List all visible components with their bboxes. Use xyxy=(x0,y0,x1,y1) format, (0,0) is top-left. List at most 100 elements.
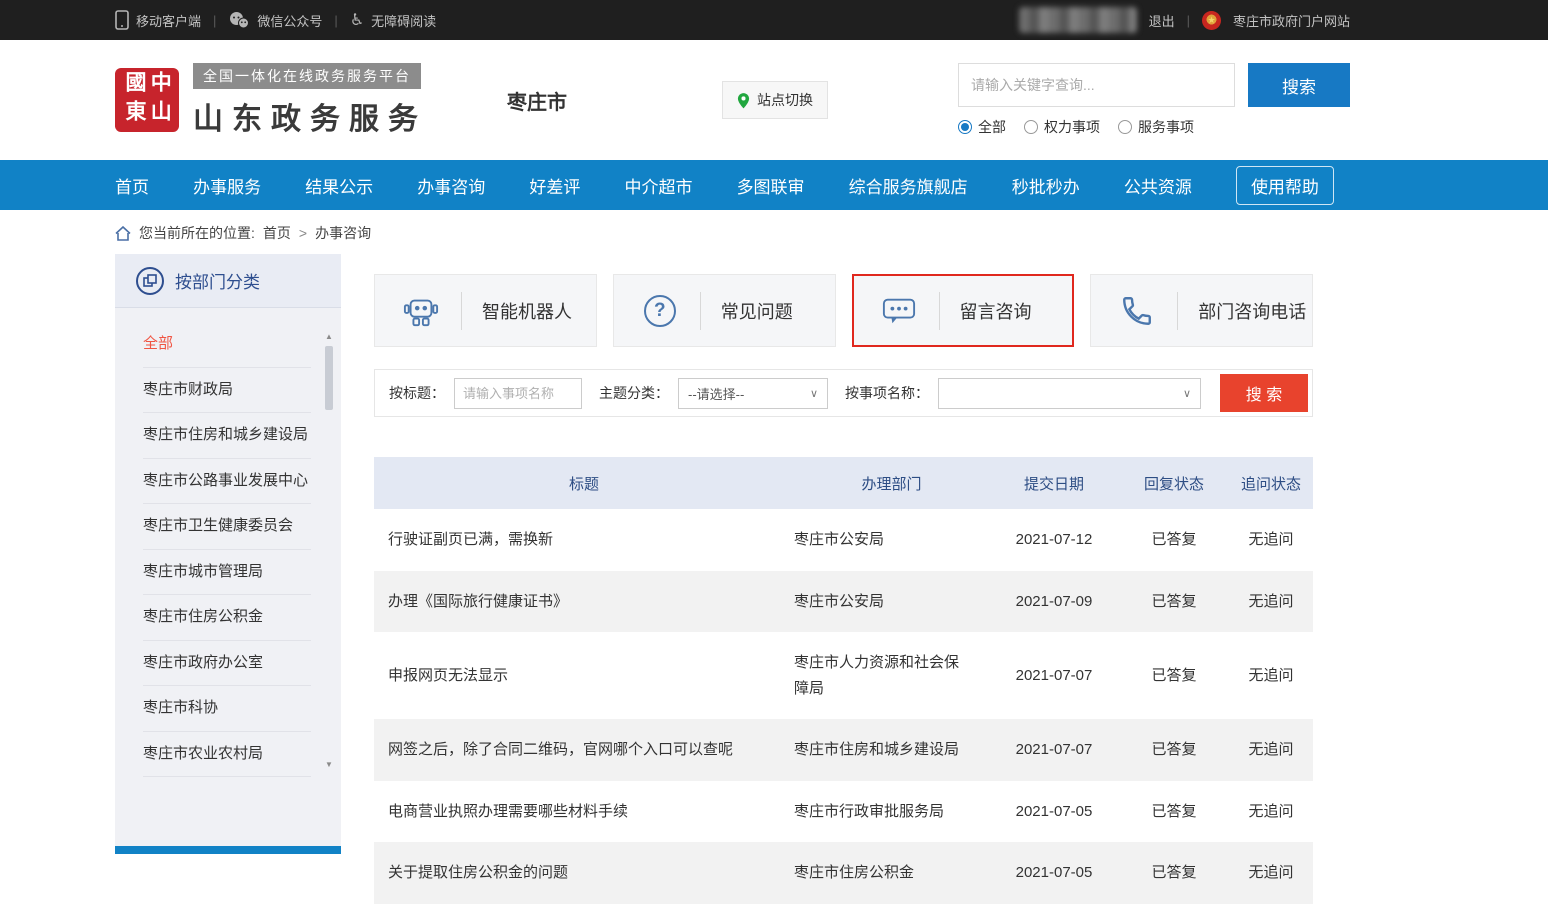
wechat-icon xyxy=(228,11,250,29)
col-header-date: 提交日期 xyxy=(989,457,1119,509)
row-title-link[interactable]: 申报网页无法显示 xyxy=(374,632,794,719)
shandong-seal-logo-icon: 中國 山東 xyxy=(115,68,179,132)
row-title-link[interactable]: 办理《国际旅行健康证书》 xyxy=(374,571,794,633)
row-reply-status: 已答复 xyxy=(1119,571,1229,633)
mobile-client-link[interactable]: 移动客户端 xyxy=(115,10,201,30)
logout-link[interactable]: 退出 xyxy=(1149,11,1175,30)
tab-smart-robot[interactable]: 智能机器人 xyxy=(374,274,597,347)
scope-radio-power-items[interactable]: 权力事项 xyxy=(1024,117,1100,137)
row-department: 枣庄市住房和城乡建设局 xyxy=(794,719,989,781)
nav-item-help[interactable]: 使用帮助 xyxy=(1236,166,1334,205)
radio-unselected-icon xyxy=(1118,120,1132,134)
scrollbar-thumb[interactable] xyxy=(325,346,333,410)
department-category-icon xyxy=(135,266,165,296)
radio-unselected-icon xyxy=(1024,120,1038,134)
row-followup-status: 无追问 xyxy=(1229,632,1313,719)
sidebar-scrollbar[interactable]: ▲ ▼ xyxy=(324,332,334,770)
category-select-value: --请选择-- xyxy=(688,384,744,403)
scope-radio-all[interactable]: 全部 xyxy=(958,117,1006,137)
table-row: 网签之后，除了合同二维码，官网哪个入口可以查呢 枣庄市住房和城乡建设局 2021… xyxy=(374,719,1313,781)
nav-item-consultation[interactable]: 办事咨询 xyxy=(417,173,485,198)
message-icon xyxy=(879,294,919,328)
nav-item-joint-review[interactable]: 多图联审 xyxy=(737,173,805,198)
site-logo[interactable]: 中國 山東 全国一体化在线政务服务平台 山东政务服务 xyxy=(115,63,427,138)
row-department: 枣庄市行政审批服务局 xyxy=(794,781,989,843)
row-title-link[interactable]: 电商营业执照办理需要哪些材料手续 xyxy=(374,781,794,843)
sidebar-item-agriculture-bureau[interactable]: 枣庄市农业农村局 xyxy=(143,732,311,778)
row-date: 2021-07-07 xyxy=(989,632,1119,719)
accessibility-reading-link[interactable]: ♿ 无障碍阅读 xyxy=(350,10,436,30)
sidebar-item-health-commission[interactable]: 枣庄市卫生健康委员会 xyxy=(143,504,311,550)
site-switch-button[interactable]: 站点切换 xyxy=(722,81,828,119)
location-pin-icon xyxy=(737,92,750,109)
row-title-link[interactable]: 关于提取住房公积金的问题 xyxy=(374,842,794,904)
row-date: 2021-07-12 xyxy=(989,509,1119,571)
breadcrumb: 您当前所在的位置: 首页 > 办事咨询 xyxy=(115,223,1350,243)
sidebar-item-all[interactable]: 全部 xyxy=(143,322,311,368)
accessibility-label: 无障碍阅读 xyxy=(371,11,436,30)
topbar: 移动客户端 | 微信公众号 | ♿ 无障碍阅读 退出 | ★ 枣庄市政府门户网站 xyxy=(0,0,1548,40)
nav-item-flagship-store[interactable]: 综合服务旗舰店 xyxy=(849,173,968,198)
nav-item-home[interactable]: 首页 xyxy=(115,173,149,198)
sidebar-item-housing-construction-bureau[interactable]: 枣庄市住房和城乡建设局 xyxy=(143,413,311,459)
row-reply-status: 已答复 xyxy=(1119,632,1229,719)
table-row: 电商营业执照办理需要哪些材料手续 枣庄市行政审批服务局 2021-07-05 已… xyxy=(374,781,1313,843)
row-title-link[interactable]: 行驶证副页已满，需换新 xyxy=(374,509,794,571)
sidebar-item-housing-fund[interactable]: 枣庄市住房公积金 xyxy=(143,595,311,641)
category-select[interactable]: --请选择-- ∨ xyxy=(678,378,828,409)
scroll-up-icon[interactable]: ▲ xyxy=(324,332,334,342)
sidebar-item-science-association[interactable]: 枣庄市科协 xyxy=(143,686,311,732)
current-city-label: 枣庄市 xyxy=(507,86,567,115)
sidebar-item-finance-bureau[interactable]: 枣庄市财政局 xyxy=(143,368,311,414)
col-header-reply-status: 回复状态 xyxy=(1119,457,1229,509)
item-name-select[interactable]: ∨ xyxy=(938,378,1201,409)
scroll-down-icon[interactable]: ▼ xyxy=(324,760,334,770)
nav-item-results[interactable]: 结果公示 xyxy=(305,173,373,198)
department-sidebar: 按部门分类 全部 枣庄市财政局 枣庄市住房和城乡建设局 枣庄市公路事业发展中心 … xyxy=(115,254,341,854)
tab-message-consult-label: 留言咨询 xyxy=(960,298,1032,324)
header-search-button[interactable]: 搜索 xyxy=(1248,63,1350,107)
nav-item-public-resources[interactable]: 公共资源 xyxy=(1124,173,1192,198)
row-date: 2021-07-07 xyxy=(989,719,1119,781)
row-reply-status: 已答复 xyxy=(1119,781,1229,843)
platform-tagline: 全国一体化在线政务服务平台 xyxy=(193,63,421,89)
row-date: 2021-07-05 xyxy=(989,781,1119,843)
main-content: 智能机器人 ? 常见问题 留言咨询 部门咨询电话 xyxy=(374,254,1313,904)
row-reply-status: 已答复 xyxy=(1119,842,1229,904)
sidebar-item-government-office[interactable]: 枣庄市政府办公室 xyxy=(143,641,311,687)
filter-title-input[interactable] xyxy=(454,378,582,409)
row-followup-status: 无追问 xyxy=(1229,509,1313,571)
row-department: 枣庄市公安局 xyxy=(794,571,989,633)
nav-item-agency-market[interactable]: 中介超市 xyxy=(624,173,692,198)
table-row: 行驶证副页已满，需换新 枣庄市公安局 2021-07-12 已答复 无追问 xyxy=(374,509,1313,571)
department-list: 全部 枣庄市财政局 枣庄市住房和城乡建设局 枣庄市公路事业发展中心 枣庄市卫生健… xyxy=(115,308,341,777)
breadcrumb-prefix: 您当前所在的位置: xyxy=(139,223,255,243)
sidebar-item-highway-center[interactable]: 枣庄市公路事业发展中心 xyxy=(143,459,311,505)
table-row: 办理《国际旅行健康证书》 枣庄市公安局 2021-07-09 已答复 无追问 xyxy=(374,571,1313,633)
sidebar-item-city-management-bureau[interactable]: 枣庄市城市管理局 xyxy=(143,550,311,596)
scope-radio-service-items[interactable]: 服务事项 xyxy=(1118,117,1194,137)
row-followup-status: 无追问 xyxy=(1229,719,1313,781)
row-reply-status: 已答复 xyxy=(1119,509,1229,571)
row-title-link[interactable]: 网签之后，除了合同二维码，官网哪个入口可以查呢 xyxy=(374,719,794,781)
nav-item-services[interactable]: 办事服务 xyxy=(193,173,261,198)
site-switch-label: 站点切换 xyxy=(757,90,813,110)
tab-message-consult[interactable]: 留言咨询 xyxy=(852,274,1075,347)
city-portal-link[interactable]: 枣庄市政府门户网站 xyxy=(1233,11,1350,30)
divider xyxy=(461,292,462,330)
col-header-department: 办理部门 xyxy=(794,457,989,509)
tab-faq[interactable]: ? 常见问题 xyxy=(613,274,836,347)
nav-item-rating[interactable]: 好差评 xyxy=(529,173,580,198)
divider: | xyxy=(1187,13,1190,28)
breadcrumb-home-link[interactable]: 首页 xyxy=(263,223,291,243)
tab-department-phone[interactable]: 部门咨询电话 xyxy=(1090,274,1313,347)
keyword-search-input[interactable] xyxy=(958,63,1235,107)
wechat-account-link[interactable]: 微信公众号 xyxy=(228,11,322,30)
nav-item-instant-approval[interactable]: 秒批秒办 xyxy=(1012,173,1080,198)
filter-search-button[interactable]: 搜 索 xyxy=(1220,374,1308,412)
site-header: 中國 山東 全国一体化在线政务服务平台 山东政务服务 枣庄市 站点切换 搜索 xyxy=(0,40,1548,160)
accessibility-icon: ♿ xyxy=(350,10,364,30)
row-date: 2021-07-09 xyxy=(989,571,1119,633)
chevron-down-icon: ∨ xyxy=(1183,387,1191,400)
scope-service-label: 服务事项 xyxy=(1138,117,1194,137)
